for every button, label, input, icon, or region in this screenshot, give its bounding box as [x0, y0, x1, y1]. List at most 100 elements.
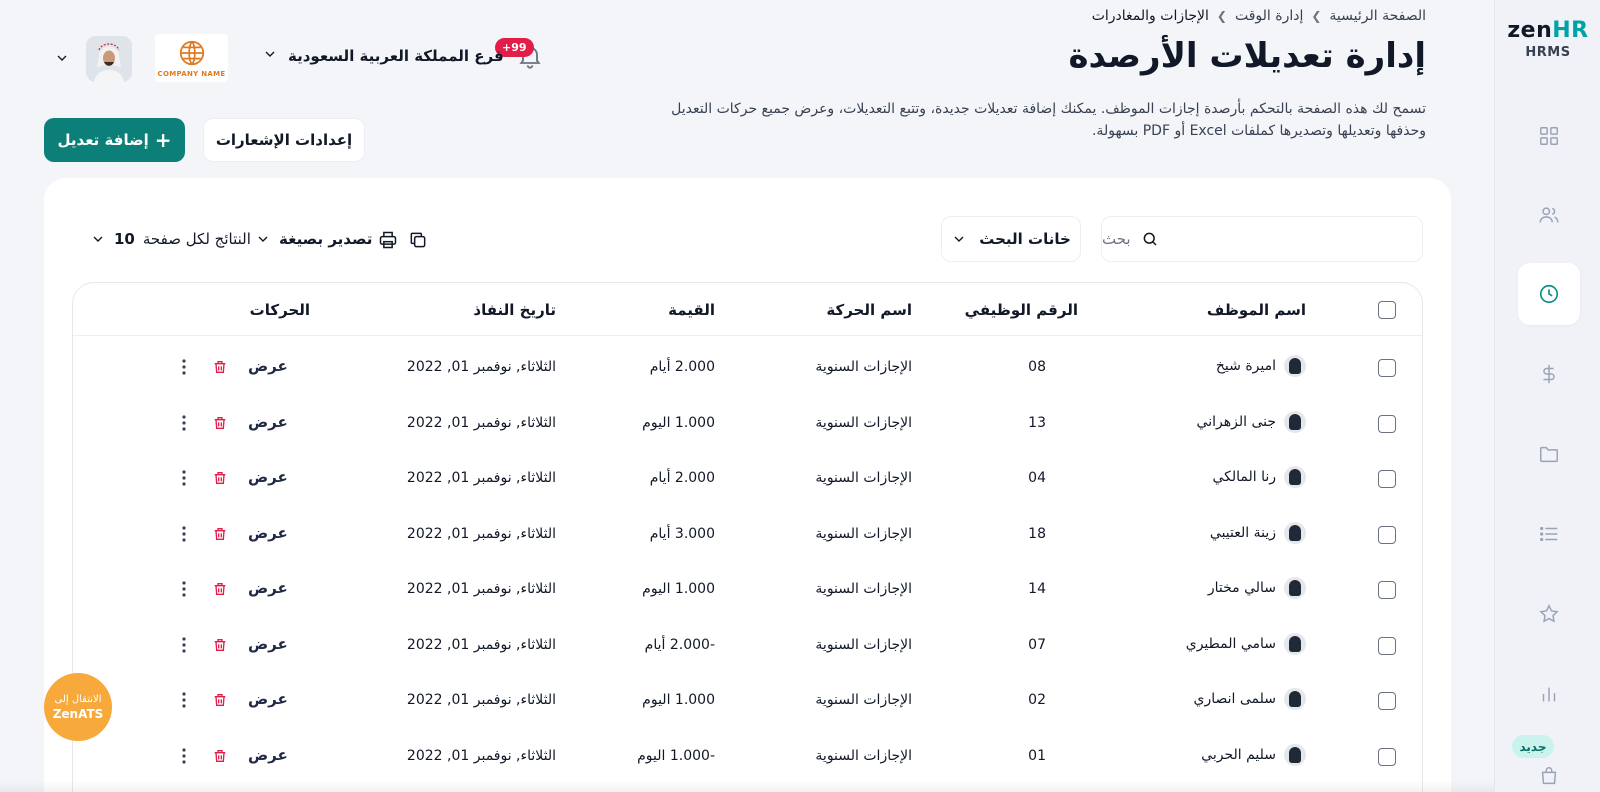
employee-cell[interactable]: سالي مختار — [1208, 577, 1306, 599]
search-fields-dropdown[interactable]: خانات البحث — [941, 216, 1081, 262]
breadcrumb-home[interactable]: الصفحة الرئيسية — [1329, 8, 1426, 24]
employee-avatar — [1284, 411, 1306, 433]
table-row: سلمى انصاري 02 الإجازات السنوية 1.000 اليوم… — [73, 672, 1422, 727]
column-effective-date[interactable]: تاريخ النفاذ — [473, 301, 556, 319]
row-checkbox[interactable] — [1378, 748, 1396, 766]
switch-to-zenats-button[interactable]: الانتقال إلى ZenATS — [44, 673, 112, 741]
view-link[interactable]: عرض — [248, 635, 288, 653]
star-icon — [1539, 604, 1559, 623]
table-row: رنا المالكي 04 الإجازات السنوية 2.000 أيام ا… — [73, 450, 1422, 505]
effective-date: الثلاثاء, نوفمبر 01, 2022 — [406, 359, 556, 375]
row-checkbox[interactable] — [1378, 415, 1396, 433]
sidebar-item-reports[interactable] — [1518, 663, 1580, 725]
delete-button[interactable] — [212, 580, 228, 598]
table-row: سالي مختار 14 الإجازات السنوية 1.000 اليوم ا… — [73, 561, 1422, 616]
sidebar-item-employees[interactable] — [1518, 184, 1580, 246]
adjustment-value: -1.000 اليوم — [637, 748, 715, 764]
export-label: تصدير بصيغة — [279, 230, 373, 248]
row-checkbox[interactable] — [1378, 581, 1396, 599]
delete-button[interactable] — [212, 469, 228, 487]
row-checkbox[interactable] — [1378, 692, 1396, 710]
delete-button[interactable] — [212, 691, 228, 709]
column-employee-id[interactable]: الرقم الوظيفي — [965, 301, 1078, 319]
row-checkbox[interactable] — [1378, 526, 1396, 544]
delete-button[interactable] — [212, 414, 228, 432]
user-avatar[interactable] — [86, 36, 132, 82]
notification-settings-button[interactable]: إعدادات الإشعارات — [203, 118, 365, 162]
more-options-button[interactable] — [181, 525, 187, 543]
add-adjustment-button[interactable]: + إضافة تعديل — [44, 118, 185, 162]
employee-cell[interactable]: زينة العتيبي — [1210, 522, 1306, 544]
employee-avatar — [1284, 633, 1306, 655]
select-all-checkbox[interactable] — [1378, 301, 1396, 319]
sidebar-item-favorites[interactable] — [1518, 583, 1580, 645]
sidebar-item-documents[interactable] — [1518, 423, 1580, 485]
more-options-button[interactable] — [181, 414, 187, 432]
per-page-label: النتائج لكل صفحة — [142, 230, 251, 248]
view-link[interactable]: عرض — [248, 579, 288, 597]
print-button[interactable] — [378, 230, 398, 254]
employee-name: سالي مختار — [1207, 580, 1276, 596]
adjustment-value: 3.000 أيام — [649, 526, 715, 542]
chevron-down-icon[interactable] — [54, 50, 70, 70]
row-checkbox[interactable] — [1378, 637, 1396, 655]
row-checkbox[interactable] — [1378, 470, 1396, 488]
view-link[interactable]: عرض — [248, 690, 288, 708]
more-options-button[interactable] — [181, 358, 187, 376]
column-movement-name[interactable]: اسم الحركة — [826, 301, 912, 319]
more-options-button[interactable] — [181, 580, 187, 598]
view-link[interactable]: عرض — [248, 413, 288, 431]
delete-button[interactable] — [212, 358, 228, 376]
employee-avatar — [1284, 355, 1306, 377]
print-icon — [379, 231, 397, 249]
employee-name: زينة العتيبي — [1209, 525, 1276, 541]
employee-cell[interactable]: سلمى انصاري — [1194, 688, 1306, 710]
employee-cell[interactable]: سامي المطيري — [1186, 633, 1306, 655]
movement-name: الإجازات السنوية — [815, 359, 912, 375]
table-row: سامي المطيري 07 الإجازات السنوية -2.000 أيا… — [73, 617, 1422, 672]
copy-button[interactable] — [408, 230, 428, 254]
view-link[interactable]: عرض — [248, 746, 288, 764]
app-logo[interactable]: zenHR HRMS — [1495, 18, 1600, 60]
more-options-button[interactable] — [181, 747, 187, 765]
employee-cell[interactable]: سليم الحربي — [1201, 744, 1306, 766]
folder-icon — [1540, 446, 1558, 463]
delete-button[interactable] — [212, 636, 228, 654]
view-link[interactable]: عرض — [248, 357, 288, 375]
user-photo — [86, 36, 132, 82]
employee-name: سليم الحربي — [1201, 747, 1276, 763]
row-checkbox[interactable] — [1378, 359, 1396, 377]
branch-selector[interactable]: فرع المملكة العربية السعودية — [262, 46, 504, 66]
delete-button[interactable] — [212, 747, 228, 765]
adjustment-value: 1.000 اليوم — [642, 692, 715, 708]
view-link[interactable]: عرض — [248, 524, 288, 542]
delete-button[interactable] — [212, 525, 228, 543]
breadcrumb-time-management[interactable]: إدارة الوقت — [1235, 8, 1303, 24]
search-input[interactable]: بحث — [1101, 216, 1423, 262]
column-value[interactable]: القيمة — [668, 301, 715, 319]
chevron-down-icon — [262, 46, 278, 66]
per-page-selector[interactable]: 10 النتائج لكل صفحة — [90, 230, 251, 248]
export-dropdown[interactable]: تصدير بصيغة — [255, 230, 372, 248]
more-options-button[interactable] — [181, 469, 187, 487]
movement-name: الإجازات السنوية — [815, 581, 912, 597]
effective-date: الثلاثاء, نوفمبر 01, 2022 — [406, 526, 556, 542]
movement-name: الإجازات السنوية — [815, 692, 912, 708]
column-employee-name[interactable]: اسم الموظف — [1207, 301, 1306, 319]
more-options-button[interactable] — [181, 691, 187, 709]
sidebar-item-store[interactable] — [1518, 745, 1580, 792]
trash-icon — [214, 750, 226, 762]
employee-cell[interactable]: اميرة شيخ — [1216, 355, 1306, 377]
view-link[interactable]: عرض — [248, 468, 288, 486]
sidebar-item-payroll[interactable] — [1518, 343, 1580, 405]
sidebar-item-time[interactable] — [1518, 263, 1580, 325]
more-options-button[interactable] — [181, 636, 187, 654]
employee-name: اميرة شيخ — [1215, 358, 1276, 374]
effective-date: الثلاثاء, نوفمبر 01, 2022 — [406, 415, 556, 431]
column-actions: الحركات — [249, 301, 310, 319]
trash-icon — [214, 528, 226, 540]
employee-cell[interactable]: رنا المالكي — [1212, 466, 1306, 488]
sidebar-item-dashboard[interactable] — [1518, 105, 1580, 167]
sidebar-item-lists[interactable] — [1518, 503, 1580, 565]
employee-cell[interactable]: جنى الزهراني — [1197, 411, 1306, 433]
